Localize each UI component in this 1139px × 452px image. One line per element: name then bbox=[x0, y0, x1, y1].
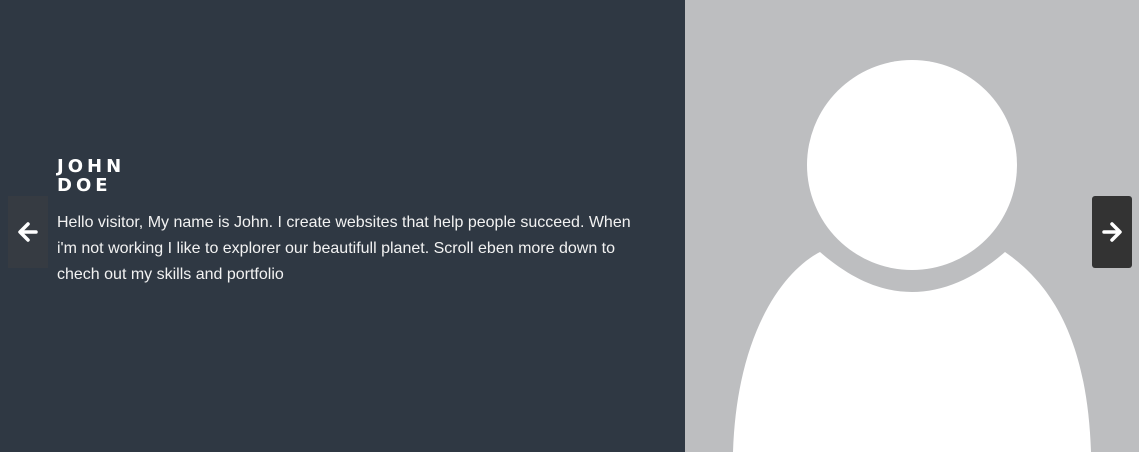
intro-panel: JOHN DOE Hello visitor, My name is John.… bbox=[0, 0, 685, 452]
arrow-right-icon bbox=[1102, 222, 1122, 242]
avatar-panel bbox=[685, 0, 1139, 452]
last-name: DOE bbox=[57, 175, 112, 196]
next-slide-button[interactable] bbox=[1092, 196, 1132, 268]
hero-section: JOHN DOE Hello visitor, My name is John.… bbox=[0, 0, 1139, 452]
previous-slide-button[interactable] bbox=[8, 196, 48, 268]
arrow-left-icon bbox=[18, 222, 38, 242]
intro-content: JOHN DOE Hello visitor, My name is John.… bbox=[57, 157, 637, 288]
first-name: JOHN bbox=[57, 156, 126, 177]
user-silhouette-icon bbox=[733, 60, 1091, 452]
profile-name: JOHN DOE bbox=[57, 157, 637, 195]
profile-bio: Hello visitor, My name is John. I create… bbox=[57, 214, 631, 283]
